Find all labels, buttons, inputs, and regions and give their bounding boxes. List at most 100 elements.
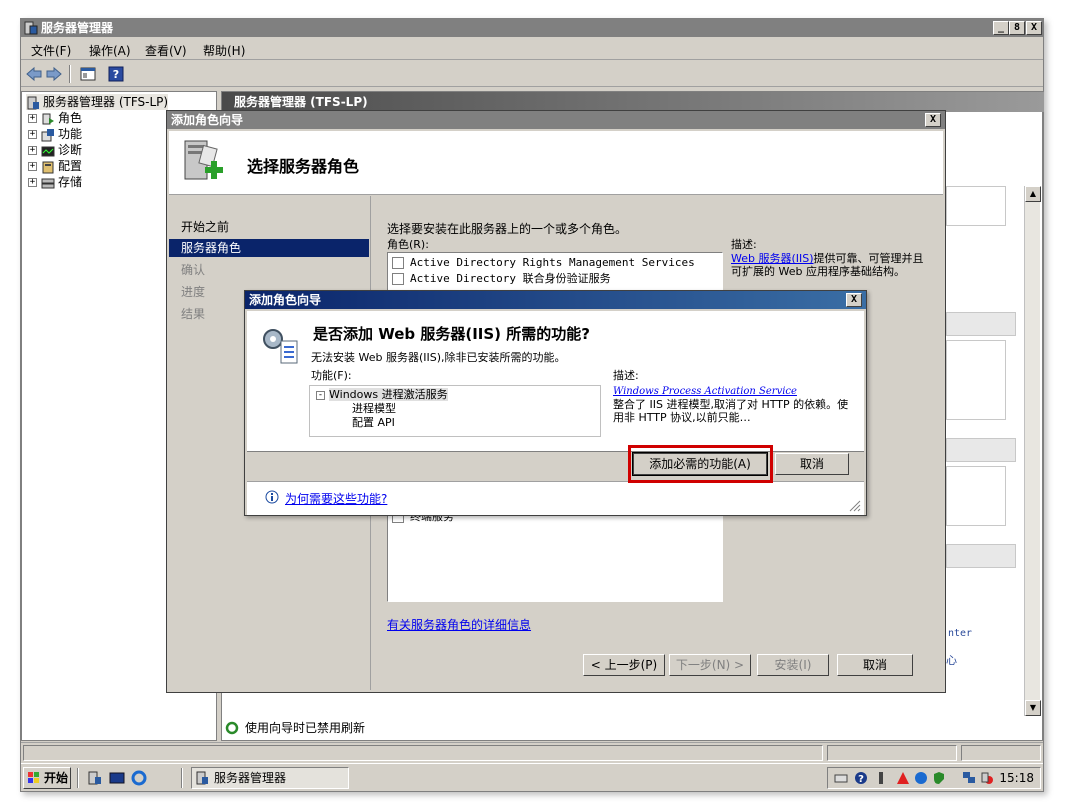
windows-logo-icon (28, 772, 39, 783)
role-checkbox[interactable] (392, 257, 404, 269)
server-manager-icon (24, 21, 38, 35)
tree-root[interactable]: 服务器管理器 (TFS-LP) (26, 94, 169, 110)
clock[interactable]: 15:18 (999, 771, 1034, 785)
menu-view[interactable]: 查看(V) (145, 42, 187, 59)
internet-explorer-icon[interactable] (131, 770, 147, 786)
collapse-icon[interactable]: - (316, 390, 325, 400)
expand-icon[interactable]: + (28, 146, 37, 155)
expand-icon[interactable]: + (28, 178, 37, 187)
expand-icon[interactable]: + (28, 114, 37, 123)
resize-grip-icon[interactable] (849, 500, 861, 512)
step-confirmation: 确认 (181, 263, 206, 277)
role-checkbox[interactable] (392, 273, 404, 285)
step-server-roles[interactable]: 服务器角色 (169, 239, 369, 257)
expand-icon[interactable]: + (28, 130, 37, 139)
dialog-titlebar[interactable]: 添加角色向导 X (245, 291, 866, 309)
iis-link[interactable]: Web 服务器(IIS) (731, 252, 814, 265)
menu-help[interactable]: 帮助(H) (203, 42, 245, 59)
taskbar: 开始 服务器管理器 ? 15:18 (21, 763, 1043, 791)
console-tree-icon[interactable] (79, 65, 97, 83)
wizard-cancel-button[interactable]: 取消 (837, 654, 913, 676)
tree-item-features[interactable]: + 功能 (28, 126, 82, 142)
role-description: Web 服务器(IIS)提供可靠、可管理并且可扩展的 Web 应用程序基础结构。 (731, 252, 924, 278)
refresh-icon (225, 721, 239, 735)
background-panel (946, 438, 1016, 462)
truncated-link[interactable]: 心 (946, 652, 957, 668)
vertical-scrollbar[interactable]: ▲ ▼ (1024, 186, 1041, 716)
status-segment (827, 745, 957, 761)
dialog-footer: 为何需要这些功能? (247, 481, 864, 515)
scroll-up-button[interactable]: ▲ (1025, 186, 1041, 202)
dialog-subtext: 无法安装 Web 服务器(IIS),除非已安装所需的功能。 (311, 351, 566, 364)
help-circle-icon[interactable]: ? (854, 771, 868, 785)
scroll-down-button[interactable]: ▼ (1025, 700, 1041, 716)
tree-item-roles[interactable]: + 角色 (28, 110, 82, 126)
maximize-button[interactable]: 8 (1009, 21, 1025, 35)
dialog-cancel-button[interactable]: 取消 (775, 453, 849, 475)
dialog-body: 是否添加 Web 服务器(IIS) 所需的功能? 无法安装 Web 服务器(II… (247, 311, 864, 451)
server-manager-icon (196, 771, 208, 785)
server-manager-quicklaunch-icon[interactable] (87, 770, 103, 786)
wizard-header: 选择服务器角色 (169, 131, 943, 195)
features-tree[interactable]: - Windows 进程激活服务 进程模型 配置 API (309, 385, 601, 437)
power-icon[interactable] (914, 771, 928, 785)
keyboard-icon[interactable] (834, 771, 848, 785)
truncated-link[interactable]: nter (948, 628, 972, 639)
wpas-link[interactable]: Windows Process Activation Service (613, 385, 859, 398)
help-icon[interactable]: ? (107, 65, 125, 83)
expand-icon[interactable]: + (28, 162, 37, 171)
dialog-question: 是否添加 Web 服务器(IIS) 所需的功能? (313, 325, 590, 343)
forward-arrow-icon[interactable] (45, 65, 63, 83)
next-button[interactable]: 下一步(N) > (669, 654, 751, 676)
wizard-titlebar[interactable]: 添加角色向导 X (167, 111, 945, 129)
toolbar: ? (21, 61, 1043, 87)
dialog-close-button[interactable]: X (846, 293, 862, 307)
refresh-status: 使用向导时已禁用刷新 (221, 717, 1043, 739)
network-icon[interactable] (962, 771, 976, 785)
taskbar-separator (181, 768, 183, 788)
background-panel (946, 312, 1016, 336)
list-item[interactable]: Active Directory 联合身份验证服务 (392, 271, 611, 287)
shield-icon[interactable] (932, 771, 946, 785)
step-results: 结果 (181, 307, 206, 321)
why-features-link[interactable]: 为何需要这些功能? (285, 490, 387, 507)
app-title: 服务器管理器 (41, 21, 114, 35)
configuration-icon (42, 161, 54, 173)
feature-child: 进程模型 (352, 402, 396, 415)
install-button[interactable]: 安装(I) (757, 654, 829, 676)
back-arrow-icon[interactable] (25, 65, 43, 83)
tree-item-diagnostics[interactable]: + 诊断 (28, 142, 82, 158)
list-item[interactable]: Active Directory Rights Management Servi… (392, 255, 695, 271)
features-gear-icon (263, 329, 298, 364)
feature-child: 配置 API (352, 416, 395, 429)
required-features-dialog: 添加角色向导 X 是否添加 Web 服务器(IIS) 所需的功能? 无法安装 W… (244, 290, 867, 516)
feature-parent[interactable]: - Windows 进程激活服务 (316, 388, 448, 402)
taskbar-item-server-manager[interactable]: 服务器管理器 (191, 767, 349, 789)
menu-file[interactable]: 文件(F) (31, 42, 71, 59)
powershell-icon[interactable] (109, 770, 125, 786)
usb-icon[interactable] (874, 771, 888, 785)
wizard-close-button[interactable]: X (925, 113, 941, 127)
warning-icon[interactable] (896, 771, 910, 785)
start-button[interactable]: 开始 (23, 767, 71, 789)
previous-button[interactable]: < 上一步(P) (583, 654, 665, 676)
status-segment (961, 745, 1041, 761)
taskbar-separator (77, 768, 79, 788)
tree-item-configuration[interactable]: + 配置 (28, 158, 82, 174)
roles-intro: 选择要安装在此服务器上的一个或多个角色。 (387, 222, 628, 236)
svg-text:?: ? (113, 68, 119, 81)
menu-action[interactable]: 操作(A) (89, 42, 131, 59)
background-panel (946, 340, 1006, 420)
wizard-title: 添加角色向导 (171, 113, 244, 127)
close-button[interactable]: X (1026, 21, 1042, 35)
role-details-link[interactable]: 有关服务器角色的详细信息 (387, 616, 531, 633)
highlight-box (628, 445, 773, 483)
tree-item-storage[interactable]: + 存储 (28, 174, 82, 190)
step-before-you-begin[interactable]: 开始之前 (181, 218, 229, 236)
minimize-button[interactable]: _ (993, 21, 1009, 35)
app-titlebar[interactable]: 服务器管理器 _ 8 X (21, 19, 1043, 37)
security-alert-icon[interactable] (980, 771, 994, 785)
background-panel (946, 466, 1006, 526)
system-tray: ? 15:18 (827, 767, 1041, 789)
roles-label: 角色(R): (387, 238, 429, 251)
